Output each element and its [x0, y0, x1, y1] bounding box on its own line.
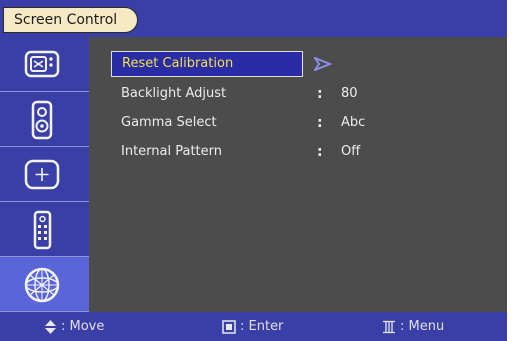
menu-button-icon	[383, 320, 395, 333]
separator: :	[317, 115, 323, 131]
arrow-right-icon[interactable]	[314, 57, 332, 71]
sidebar-item-audio[interactable]	[0, 92, 89, 147]
menu-item-value: Off	[341, 144, 361, 159]
sidebar-item-remote[interactable]	[0, 202, 89, 257]
sidebar-item-position[interactable]	[0, 147, 89, 202]
selection-highlight[interactable]: Reset Calibration	[111, 51, 303, 77]
title-bar: Screen Control	[0, 0, 507, 37]
footer-menu-hint: : Menu	[382, 312, 444, 341]
crosshair-icon	[24, 159, 60, 190]
menu-item-value: 80	[341, 86, 358, 101]
menu-item-value: Abc	[341, 115, 366, 130]
wireframe-sphere-icon	[24, 267, 60, 303]
footer-help-bar: : Move : Enter : Menu	[0, 312, 507, 341]
menu-item-gamma-select[interactable]: Gamma Select : Abc	[111, 110, 501, 136]
separator: :	[317, 86, 323, 102]
menu-item-label: Backlight Adjust	[121, 86, 227, 101]
menu-item-backlight-adjust[interactable]: Backlight Adjust : 80	[111, 81, 501, 107]
footer-enter-label: : Enter	[240, 319, 284, 334]
osd-window: Screen Control Reset Calibration Backlig…	[0, 0, 507, 341]
sidebar-item-picture[interactable]	[0, 37, 89, 92]
sidebar-item-advanced[interactable]	[0, 257, 89, 312]
menu-item-label: Reset Calibration	[122, 56, 234, 71]
menu-panel: Reset Calibration Backlight Adjust : 80 …	[89, 37, 507, 312]
footer-enter-hint: : Enter	[222, 312, 283, 341]
page-title: Screen Control	[3, 7, 139, 33]
speaker-icon	[31, 100, 53, 140]
menu-item-internal-pattern[interactable]: Internal Pattern : Off	[111, 139, 501, 165]
separator: :	[317, 144, 323, 160]
footer-move-label: : Move	[61, 319, 105, 334]
up-down-arrow-icon	[45, 319, 56, 334]
enter-button-icon	[222, 319, 236, 334]
menu-item-label: Gamma Select	[121, 115, 217, 130]
sidebar	[0, 37, 89, 312]
menu-item-reset-calibration[interactable]: Reset Calibration	[111, 51, 501, 77]
footer-move-hint: : Move	[44, 312, 104, 341]
menu-item-label: Internal Pattern	[121, 144, 223, 159]
footer-menu-label: : Menu	[400, 319, 445, 334]
monitor-icon	[24, 50, 60, 78]
remote-icon	[33, 210, 52, 250]
